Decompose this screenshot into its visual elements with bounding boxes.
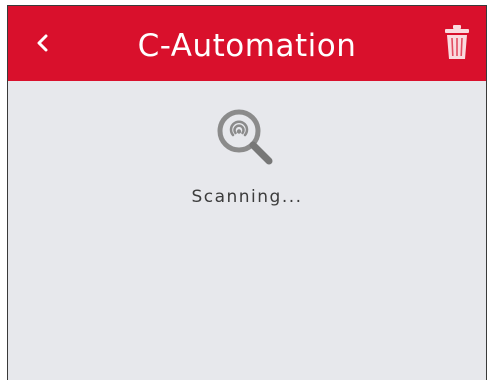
delete-button[interactable] [440,22,474,62]
search-signal-icon [217,109,273,165]
page-title: C-Automation [137,28,357,64]
scanning-status: Scanning... [191,187,303,207]
header-bar: C-Automation [8,6,486,81]
trash-icon [445,25,469,59]
app-window: C-Automation Scanning... [7,5,487,380]
